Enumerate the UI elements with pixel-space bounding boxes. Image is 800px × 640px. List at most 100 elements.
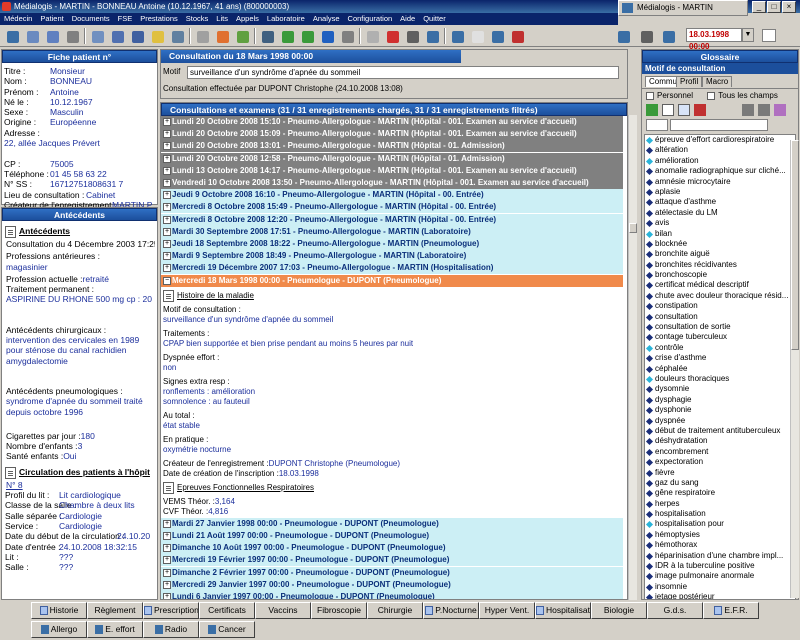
toolbar-button[interactable] <box>469 28 485 44</box>
toolbar-button[interactable] <box>89 28 105 44</box>
exam-row[interactable]: + Mercredi 19 Février 1997 00:00 - Pneumo… <box>161 554 623 567</box>
toolbar-button[interactable] <box>449 28 465 44</box>
glossary-item[interactable]: dysomnie <box>645 384 795 394</box>
toolbar-button[interactable] <box>319 28 335 44</box>
glossary-item[interactable]: expectoration <box>645 457 795 467</box>
glossary-item[interactable]: hémoptysies <box>645 530 795 540</box>
exam-row[interactable]: + Lundi 20 Octobre 2008 15:10 - Pneumo-Al… <box>161 116 623 128</box>
toolbar-button[interactable] <box>489 28 505 44</box>
menu-item[interactable]: Documents <box>72 14 110 23</box>
toolbar-button[interactable] <box>4 28 20 44</box>
expand-icon[interactable]: + <box>163 191 171 200</box>
glossary-item[interactable]: bronchoscopie <box>645 270 795 280</box>
exam-row[interactable]: + Mardi 27 Janvier 1998 00:00 - Pneumolog… <box>161 517 623 530</box>
glossary-search-input[interactable] <box>670 119 768 131</box>
glossary-item[interactable]: dysphonie <box>645 405 795 415</box>
expand-icon[interactable]: + <box>163 130 171 139</box>
glossary-item[interactable]: douleurs thoraciques <box>645 374 795 384</box>
menu-item[interactable]: Aide <box>400 14 415 23</box>
glossary-item[interactable]: image pulmonaire anormale <box>645 571 795 581</box>
exam-row[interactable]: + Lundi 20 Octobre 2008 12:58 - Pneumo-Al… <box>161 152 623 165</box>
glossary-tab[interactable]: Profil <box>676 76 703 87</box>
toolbar-button[interactable] <box>404 28 420 44</box>
exams-scrollbar[interactable] <box>628 115 637 600</box>
current-date-field[interactable]: 18.03.1998 00:00 <box>686 28 742 51</box>
toolbar-button[interactable] <box>424 28 440 44</box>
calendar-icon[interactable] <box>762 29 776 42</box>
glossary-item[interactable]: IDR à la tuberculine positive <box>645 561 795 571</box>
glossary-item[interactable]: atélectasie du LM <box>645 208 795 218</box>
close-button[interactable]: × <box>782 1 796 13</box>
glossary-item[interactable]: consultation de sortie <box>645 322 795 332</box>
glossary-item[interactable]: altération <box>645 145 795 155</box>
detail-section-title[interactable]: Epreuves Fonctionnelles Respiratoires <box>163 481 314 495</box>
bottom-button[interactable]: Historie <box>31 602 87 619</box>
toolbar-button[interactable] <box>129 28 145 44</box>
expand-icon[interactable]: + <box>163 556 171 565</box>
expand-icon[interactable]: + <box>163 519 171 528</box>
menu-item[interactable]: Lits <box>216 14 228 23</box>
exam-row[interactable]: + Lundi 20 Octobre 2008 13:01 - Pneumo-Al… <box>161 140 623 153</box>
glossary-item[interactable]: bronchites récidivantes <box>645 260 795 270</box>
toolbar-button[interactable] <box>259 28 275 44</box>
menu-item[interactable]: Médecin <box>4 14 32 23</box>
expand-icon[interactable]: + <box>163 227 171 236</box>
bottom-button[interactable]: Hospitalisation <box>535 602 591 619</box>
toolbar-button[interactable] <box>299 28 315 44</box>
bottom-button[interactable]: E.F.R. <box>703 602 759 619</box>
bottom-button[interactable]: Vaccins <box>255 602 311 619</box>
toolbar-button[interactable] <box>364 28 380 44</box>
circulation-section-title[interactable]: Circulation des patients à l'hôpit <box>5 464 155 480</box>
glossary-scroll-thumb[interactable] <box>791 140 799 350</box>
menu-item[interactable]: Patient <box>40 14 63 23</box>
expand-icon[interactable]: + <box>163 532 171 540</box>
glossary-scrollbar[interactable] <box>790 140 799 598</box>
glossary-item[interactable]: certificat médical descriptif <box>645 280 795 290</box>
glossary-item[interactable]: anomalie radiographique sur cliché... <box>645 166 795 176</box>
up-icon[interactable] <box>742 104 754 116</box>
exam-row[interactable]: − Mercredi 18 Mars 1998 00:00 - Pneumolog… <box>161 274 623 287</box>
toolbar-button[interactable] <box>109 28 125 44</box>
bottom-button[interactable]: Cancer <box>199 621 255 638</box>
menu-item[interactable]: Quitter <box>423 14 446 23</box>
menu-item[interactable]: Configuration <box>348 14 393 23</box>
bottom-button[interactable]: P.Nocturne <box>423 602 479 619</box>
glossary-item[interactable]: amnésie microcytaire <box>645 177 795 187</box>
glossary-item[interactable]: céphalée <box>645 364 795 374</box>
motif-input[interactable]: surveillance d'un syndrôme d'apnée du so… <box>187 66 619 79</box>
exam-row[interactable]: + Jeudi 9 Octobre 2008 16:10 - Pneumo-All… <box>161 189 623 202</box>
expand-icon[interactable]: + <box>163 118 171 126</box>
exam-row[interactable]: + Mercredi 19 Décembre 2007 17:03 - Pneum… <box>161 262 623 275</box>
glossary-item[interactable]: gaz du sang <box>645 478 795 488</box>
personal-checkbox[interactable] <box>646 91 654 100</box>
expand-icon[interactable]: + <box>163 264 171 273</box>
exam-row[interactable]: + Lundi 20 Octobre 2008 15:09 - Pneumo-Al… <box>161 128 623 141</box>
bottom-button[interactable]: Certificats <box>199 602 255 619</box>
glossary-item[interactable]: herpes <box>645 499 795 509</box>
glossary-tab[interactable]: Macro <box>702 76 733 87</box>
glossary-item[interactable]: bilan <box>645 229 795 239</box>
glossary-item[interactable]: amélioration <box>645 156 795 166</box>
glossary-item[interactable]: dysphagie <box>645 395 795 405</box>
exam-row[interactable]: + Lundi 6 Janvier 1997 00:00 - Pneumologu… <box>161 591 623 599</box>
toolbar-button[interactable] <box>169 28 185 44</box>
toolbar-button[interactable] <box>234 28 250 44</box>
glossary-item[interactable]: blocknée <box>645 239 795 249</box>
search-icon[interactable] <box>772 119 784 131</box>
search-mode-dropdown[interactable] <box>646 119 668 131</box>
menu-item[interactable]: Appels <box>236 14 259 23</box>
bottom-button[interactable]: Chirurgie <box>367 602 423 619</box>
glossary-item[interactable]: attaque d'asthme <box>645 197 795 207</box>
detail-section-title[interactable]: Histoire de la maladie <box>163 289 254 303</box>
glossary-item[interactable]: chute avec douleur thoracique résid... <box>645 291 795 301</box>
bottom-button[interactable]: Prescriptions <box>143 602 199 619</box>
bottom-button[interactable]: Règlement <box>87 602 143 619</box>
glossary-item[interactable]: gêne respiratoire <box>645 488 795 498</box>
bottom-button[interactable]: Fibroscopie <box>311 602 367 619</box>
toolbar-button[interactable] <box>64 28 80 44</box>
bottom-button[interactable]: Radio <box>143 621 199 638</box>
macro-icon[interactable] <box>774 104 786 116</box>
expand-icon[interactable]: + <box>163 154 171 163</box>
menu-item[interactable]: Analyse <box>313 14 340 23</box>
bottom-button[interactable]: Biologie <box>591 602 647 619</box>
